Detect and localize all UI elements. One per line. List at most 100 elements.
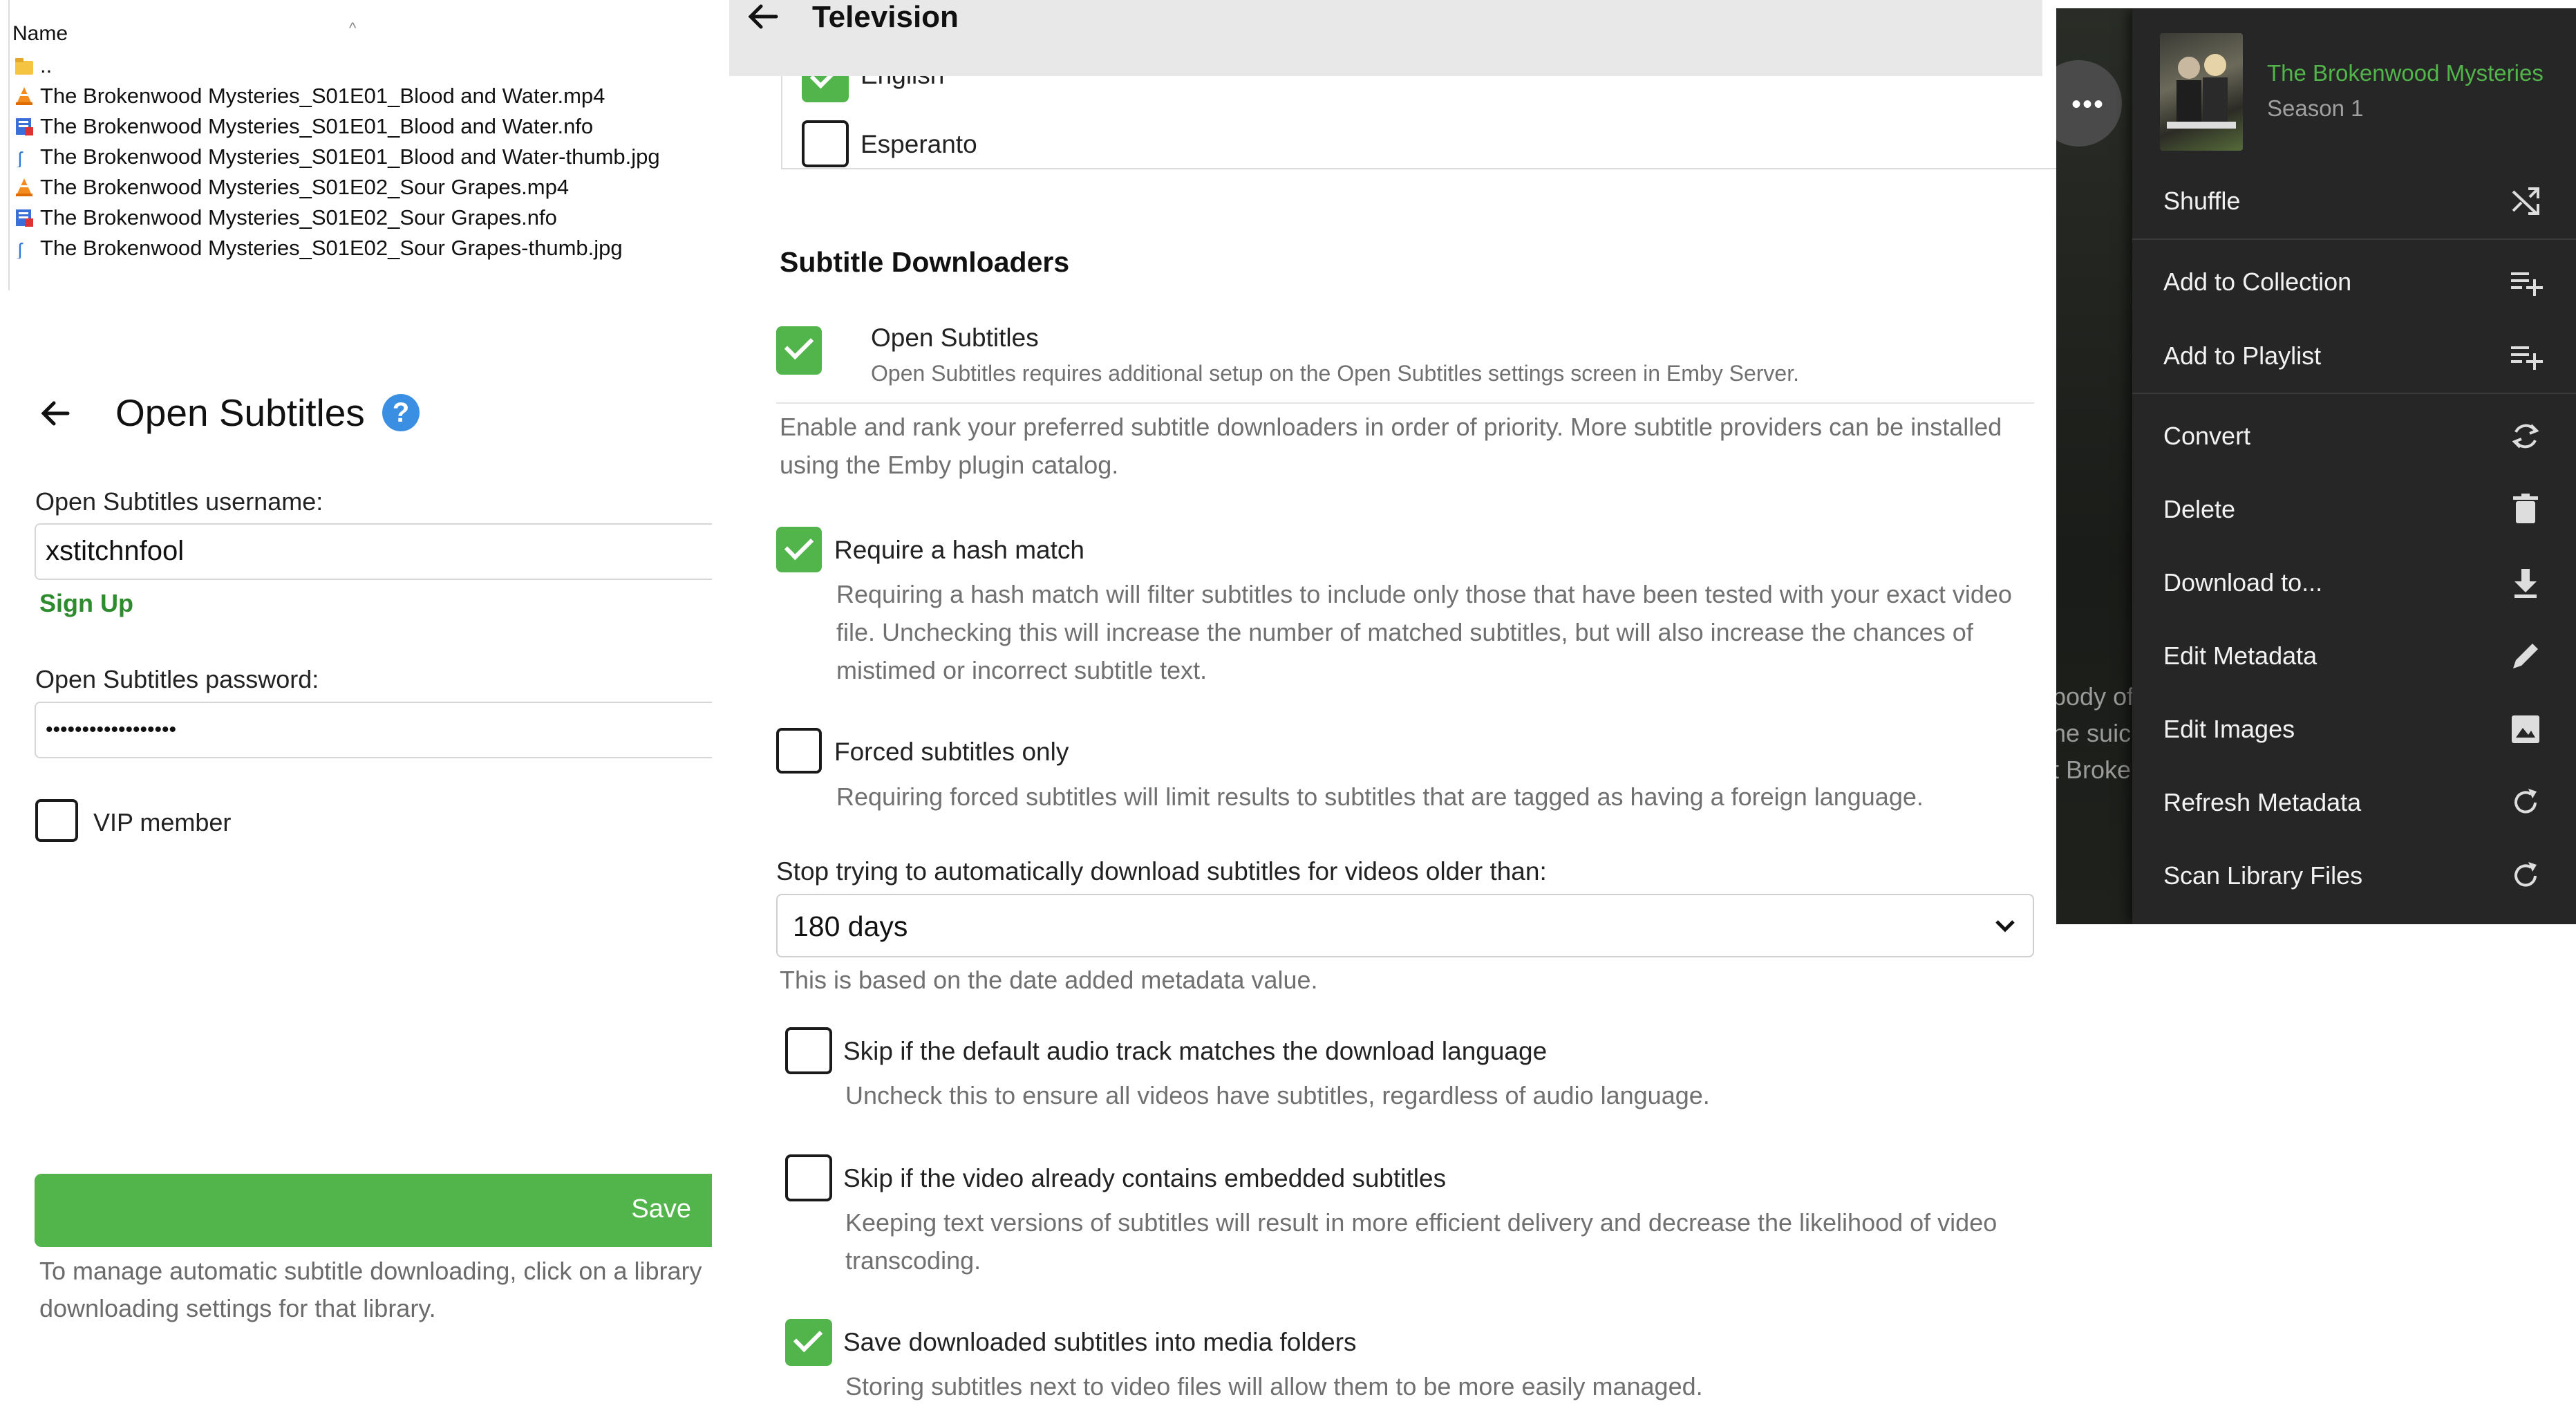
action-menu: The Brokenwood Mysteries Season 1 Shuffl…	[2132, 8, 2576, 924]
vlc-cone-icon	[12, 84, 36, 108]
menu-item-label: Shuffle	[2163, 187, 2241, 215]
file-row[interactable]: The Brokenwood Mysteries_S01E02_Sour Gra…	[12, 203, 557, 232]
menu-item-scan-library-files[interactable]: Scan Library Files	[2132, 839, 2576, 912]
shuffle-icon	[2506, 182, 2545, 221]
series-poster	[2160, 33, 2243, 151]
pencil-icon	[2506, 637, 2545, 675]
television-settings-panel: English Esperanto Television Subtitle Do…	[729, 0, 2074, 1424]
menu-divider	[2132, 393, 2576, 394]
background-text-line-3: t Broke	[2056, 756, 2132, 784]
save-button[interactable]: Save	[35, 1174, 712, 1247]
skip-embedded-checkbox[interactable]	[785, 1154, 832, 1201]
hash-match-description-line-1: Requiring a hash match will filter subti…	[836, 580, 2012, 608]
password-input[interactable]: ••••••••••••••••••	[35, 702, 712, 758]
background-artwork	[2056, 8, 2139, 924]
file-row[interactable]: The Brokenwood Mysteries_S01E01_Blood an…	[12, 112, 593, 141]
menu-item-label: Refresh Metadata	[2163, 788, 2362, 816]
language-checkbox-esperanto[interactable]	[802, 120, 849, 167]
forced-only-description: Requiring forced subtitles will limit re…	[836, 783, 1924, 811]
menu-item-delete[interactable]: Delete	[2132, 473, 2576, 546]
background-text-line-2: he suic	[2056, 719, 2132, 747]
vip-member-label: VIP member	[93, 808, 232, 836]
menu-item-edit-metadata[interactable]: Edit Metadata	[2132, 619, 2576, 693]
svg-text:ʃ: ʃ	[17, 148, 23, 167]
folder-up-icon	[12, 54, 36, 77]
file-name: The Brokenwood Mysteries_S01E02_Sour Gra…	[40, 236, 623, 260]
file-name: ..	[40, 53, 53, 77]
password-value: ••••••••••••••••••	[46, 718, 177, 741]
downloaders-description-line-2: using the Emby plugin catalog.	[780, 451, 1119, 479]
open-subtitles-panel: Open Subtitles ? Open Subtitles username…	[0, 290, 712, 1424]
menu-divider	[2132, 238, 2576, 240]
username-value: xstitchnfool	[46, 536, 185, 566]
skip-embedded-label: Skip if the video already contains embed…	[843, 1164, 1447, 1192]
save-media-folders-description: Storing subtitles next to video files wi…	[845, 1372, 1703, 1400]
save-media-folders-label: Save downloaded subtitles into media fol…	[843, 1328, 1357, 1356]
menu-item-download-to[interactable]: Download to...	[2132, 546, 2576, 619]
download-icon	[2506, 563, 2545, 602]
menu-item-label: Edit Images	[2163, 715, 2295, 743]
back-arrow-icon[interactable]	[743, 0, 782, 35]
context-menu-panel: ••• body of he suic t Broke The Brokenwo…	[2056, 8, 2576, 924]
username-input[interactable]: xstitchnfool	[35, 523, 712, 580]
skip-embedded-description-line-1: Keeping text versions of subtitles will …	[845, 1208, 1997, 1237]
file-name: The Brokenwood Mysteries_S01E02_Sour Gra…	[40, 175, 570, 199]
menu-item-shuffle[interactable]: Shuffle	[2132, 165, 2576, 238]
file-row[interactable]: ʃ The Brokenwood Mysteries_S01E02_Sour G…	[12, 234, 623, 263]
help-icon[interactable]: ?	[382, 394, 420, 431]
save-button-label: Save	[631, 1195, 691, 1224]
file-row[interactable]: ..	[12, 51, 52, 80]
forced-only-checkbox[interactable]	[776, 728, 822, 774]
menu-item-edit-images[interactable]: Edit Images	[2132, 693, 2576, 766]
sign-up-link[interactable]: Sign Up	[39, 589, 133, 618]
file-explorer-panel: Name ^ .. The Brokenwood Mysteries_S01E0…	[0, 0, 719, 290]
menu-item-refresh-metadata[interactable]: Refresh Metadata	[2132, 766, 2576, 839]
hash-match-description-line-2: file. Unchecking this will increase the …	[836, 618, 1973, 646]
password-label: Open Subtitles password:	[35, 665, 319, 693]
stop-download-select[interactable]: 180 days	[776, 894, 2034, 957]
forced-only-label: Forced subtitles only	[834, 738, 1069, 766]
footnote-line-1: To manage automatic subtitle downloading…	[39, 1257, 702, 1285]
more-dots-icon: •••	[2071, 89, 2105, 120]
username-label: Open Subtitles username:	[35, 487, 323, 516]
name-column-header[interactable]: Name	[12, 22, 68, 46]
menu-item-convert[interactable]: Convert	[2132, 400, 2576, 473]
save-media-folders-checkbox[interactable]	[785, 1319, 832, 1366]
downloader-checkbox-open-subtitles[interactable]	[776, 326, 822, 375]
language-label-esperanto: Esperanto	[861, 130, 977, 158]
downloader-name: Open Subtitles	[871, 324, 1039, 352]
hash-match-checkbox[interactable]	[776, 527, 822, 572]
svg-text:ʃ: ʃ	[17, 239, 23, 259]
series-title: The Brokenwood Mysteries	[2267, 60, 2544, 86]
file-row[interactable]: ʃ The Brokenwood Mysteries_S01E01_Blood …	[12, 142, 660, 171]
menu-item-label: Add to Playlist	[2163, 341, 2322, 370]
sort-indicator-icon: ^	[349, 19, 357, 37]
vip-member-checkbox[interactable]	[35, 799, 78, 842]
downloaders-description-line-1: Enable and rank your preferred subtitle …	[780, 413, 2002, 441]
playlist-add-icon	[2506, 263, 2545, 301]
menu-item-add-to-playlist[interactable]: Add to Playlist	[2132, 319, 2576, 393]
file-row[interactable]: The Brokenwood Mysteries_S01E01_Blood an…	[12, 82, 605, 111]
menu-item-add-to-collection[interactable]: Add to Collection	[2132, 245, 2576, 319]
file-name: The Brokenwood Mysteries_S01E01_Blood an…	[40, 84, 605, 108]
skip-audio-checkbox[interactable]	[785, 1027, 832, 1074]
nfo-file-icon	[12, 115, 36, 138]
sync-icon	[2506, 417, 2545, 456]
file-name: The Brokenwood Mysteries_S01E01_Blood an…	[40, 144, 660, 169]
downloader-row[interactable]	[776, 304, 2034, 404]
vlc-cone-icon	[12, 176, 36, 199]
trash-icon	[2506, 490, 2545, 529]
skip-audio-label: Skip if the default audio track matches …	[843, 1037, 1548, 1065]
stop-download-value: 180 days	[793, 910, 908, 942]
file-name: The Brokenwood Mysteries_S01E01_Blood an…	[40, 114, 594, 138]
nfo-file-icon	[12, 206, 36, 229]
file-row[interactable]: The Brokenwood Mysteries_S01E02_Sour Gra…	[12, 173, 569, 202]
refresh-icon	[2506, 856, 2545, 895]
image-file-icon: ʃ	[12, 236, 36, 260]
menu-item-label: Add to Collection	[2163, 268, 2352, 296]
subtitle-downloaders-heading: Subtitle Downloaders	[780, 246, 1070, 278]
back-arrow-icon[interactable]	[36, 394, 75, 433]
background-text-line-1: body of	[2056, 682, 2134, 711]
menu-item-label: Scan Library Files	[2163, 861, 2363, 890]
season-label: Season 1	[2267, 95, 2364, 121]
